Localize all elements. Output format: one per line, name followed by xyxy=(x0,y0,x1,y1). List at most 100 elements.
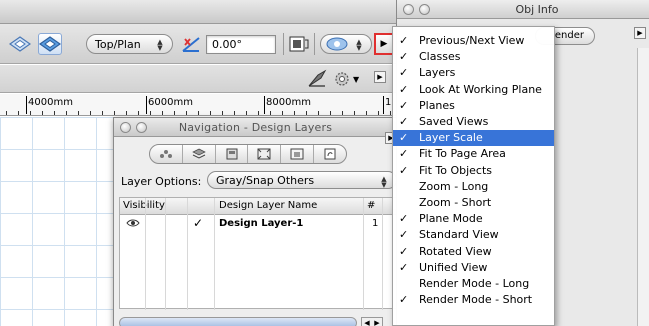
table-row[interactable]: ✓ Design Layer-1 1 xyxy=(120,216,396,232)
active-layer-check[interactable]: ✓ xyxy=(193,216,203,230)
menu-item[interactable]: ✓ Plane Mode xyxy=(393,211,554,227)
menu-checkmark: ✓ xyxy=(399,131,409,145)
minimize-button[interactable] xyxy=(419,4,430,15)
plane-mode-icon[interactable] xyxy=(38,33,62,55)
menu-item[interactable]: Render Mode - Long xyxy=(393,276,554,292)
menu-item[interactable]: Zoom - Long xyxy=(393,179,554,195)
view-plane-popup[interactable]: Top/Plan ▲ ▼ xyxy=(86,34,173,54)
column-divider xyxy=(145,198,146,310)
ruler-label: 4000mm xyxy=(28,97,73,108)
ruler-minor-tick xyxy=(222,111,223,115)
view-bar: Top/Plan ▲ ▼ 0.00° ▲ ▼ ▶ xyxy=(0,24,400,64)
menu-item-label: Unified View xyxy=(419,260,488,274)
ruler-tick xyxy=(146,96,147,114)
menu-item[interactable]: Zoom - Short xyxy=(393,195,554,211)
menu-item[interactable]: ✓ Layers xyxy=(393,65,554,81)
tool-row: ▼ ▶ xyxy=(0,65,400,93)
ruler-minor-tick xyxy=(210,111,211,115)
tab-classes[interactable] xyxy=(150,145,183,163)
menu-item-label: Zoom - Short xyxy=(419,196,492,209)
ruler-minor-tick xyxy=(114,111,115,115)
menu-item-label: Render Mode - Long xyxy=(419,277,530,290)
ruler-minor-tick xyxy=(246,111,247,115)
nav-palette-title: Navigation - Design Layers xyxy=(178,121,333,134)
tab-references[interactable] xyxy=(314,145,346,163)
obj-info-titlebar[interactable]: Obj Info xyxy=(397,0,649,19)
menu-item[interactable]: ✓ Saved Views xyxy=(393,114,554,130)
menu-checkmark: ✓ xyxy=(399,228,409,242)
scroll-left-icon[interactable]: ◀ xyxy=(364,319,369,326)
menu-item[interactable]: ✓ Rotated View xyxy=(393,244,554,260)
nav-tab-bar xyxy=(149,144,347,164)
menu-checkmark: ✓ xyxy=(399,260,409,274)
ruler-minor-tick xyxy=(126,111,127,115)
tab-sheet-layers[interactable] xyxy=(216,145,249,163)
vertical-scrollbar[interactable] xyxy=(637,48,649,326)
rotate-plan-icon[interactable] xyxy=(180,35,202,53)
ruler-minor-tick xyxy=(234,111,235,115)
menu-checkmark: ✓ xyxy=(399,244,409,258)
popup-arrows-icon: ▲ ▼ xyxy=(381,174,387,189)
tab-design-layers[interactable] xyxy=(183,145,216,163)
menu-item[interactable]: ✓ Classes xyxy=(393,49,554,65)
layer-options-value: Gray/Snap Others xyxy=(216,173,315,187)
ruler-minor-tick xyxy=(318,111,319,115)
ruler-minor-tick xyxy=(90,111,91,115)
menu-item[interactable]: ✓ Render Mode - Short xyxy=(393,292,554,308)
rotation-angle-field[interactable]: 0.00° xyxy=(206,35,276,54)
menu-item[interactable]: ✓ Look At Working Plane xyxy=(393,82,554,98)
ruler-minor-tick xyxy=(282,111,283,115)
tab-viewports[interactable] xyxy=(248,145,282,163)
menu-item-label: Rotated View xyxy=(419,244,492,258)
column-header-number[interactable]: # xyxy=(367,200,375,211)
scroll-right-icon[interactable]: ▶ xyxy=(374,319,379,326)
snap-cursor-icon[interactable] xyxy=(306,69,328,89)
eye-icon[interactable] xyxy=(126,218,140,228)
layer-options-label: Layer Options: xyxy=(121,175,202,188)
design-layer-list: Visibility Design Layer Name # ✓ Design … xyxy=(119,197,397,310)
nav-titlebar[interactable]: Navigation - Design Layers xyxy=(114,118,397,137)
render-mode-popup[interactable]: ▲ ▼ xyxy=(320,34,372,54)
menu-checkmark: ✓ xyxy=(399,50,409,64)
tab-saved-views[interactable] xyxy=(281,145,315,163)
ruler-minor-tick xyxy=(138,111,139,115)
ruler-minor-tick xyxy=(30,111,31,115)
working-plane-icon[interactable] xyxy=(8,33,32,55)
tool-row-menu-button[interactable]: ▶ xyxy=(374,71,386,83)
scroll-arrows[interactable]: ◀ ▶ xyxy=(361,317,383,326)
ruler-minor-tick xyxy=(66,111,67,115)
obj-info-menu-button[interactable]: ▶ xyxy=(634,27,646,39)
class-layer-options-icon[interactable] xyxy=(288,34,310,54)
horizontal-ruler: 4000mm 6000mm 8000mm 1 xyxy=(0,94,400,116)
layer-number: 1 xyxy=(372,218,379,229)
menu-checkmark: ✓ xyxy=(399,147,409,161)
menu-item[interactable]: ✓ Layer Scale xyxy=(393,130,554,147)
menu-item[interactable]: ✓ Fit To Page Area xyxy=(393,146,554,162)
menu-item[interactable]: ✓ Planes xyxy=(393,98,554,114)
separator xyxy=(314,33,315,55)
gear-menu[interactable]: ▼ xyxy=(332,69,364,89)
ruler-minor-tick xyxy=(378,111,379,115)
menu-item[interactable]: ✓ Previous/Next View xyxy=(393,33,554,49)
ruler-minor-tick xyxy=(6,111,7,115)
column-header-name[interactable]: Design Layer Name xyxy=(219,200,317,211)
menu-item-label: Previous/Next View xyxy=(419,34,525,47)
menu-item[interactable]: ✓ Unified View xyxy=(393,260,554,276)
view-bar-menu-button[interactable]: ▶ xyxy=(374,33,394,55)
menu-item-label: Fit To Objects xyxy=(419,163,493,177)
ruler-minor-tick xyxy=(186,111,187,115)
ruler-minor-tick xyxy=(390,111,391,115)
ruler-minor-tick xyxy=(174,111,175,115)
menu-checkmark: ✓ xyxy=(399,98,409,112)
view-plane-value: Top/Plan xyxy=(95,37,141,51)
layer-options-popup[interactable]: Gray/Snap Others ▲ ▼ xyxy=(207,171,397,189)
column-header-visibility[interactable]: Visibility xyxy=(123,200,165,211)
menu-checkmark: ✓ xyxy=(399,82,409,96)
close-button[interactable] xyxy=(403,4,414,15)
menu-item-label: Layer Scale xyxy=(419,131,483,145)
ruler-minor-tick xyxy=(294,111,295,115)
classes-icon xyxy=(159,150,172,158)
menu-item[interactable]: ✓ Fit To Objects xyxy=(393,163,554,179)
horizontal-scrollbar-thumb[interactable] xyxy=(119,317,357,326)
menu-item[interactable]: ✓ Standard View xyxy=(393,227,554,243)
